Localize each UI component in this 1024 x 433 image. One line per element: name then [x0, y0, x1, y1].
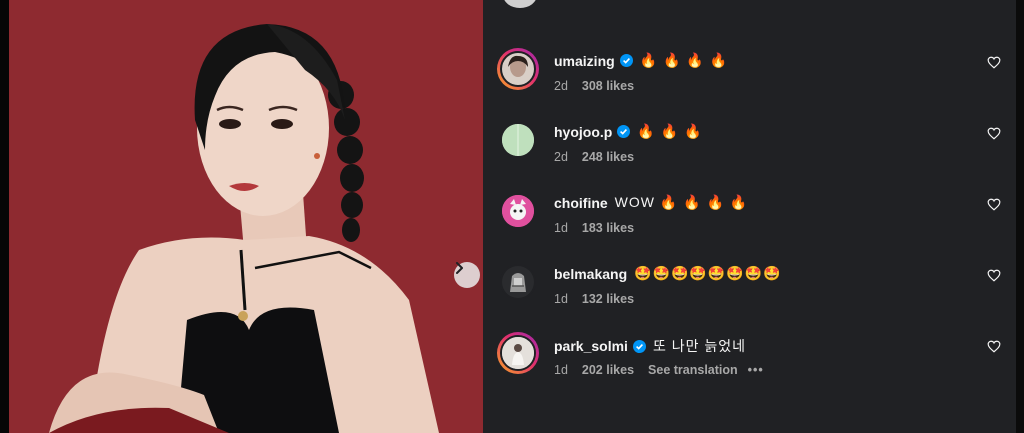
comment-text: 🔥 🔥 🔥 🔥 [639, 52, 729, 68]
chevron-right-icon [456, 262, 463, 274]
verified-badge-icon [632, 339, 646, 353]
comment-item: choifine WOW 🔥 🔥 🔥 🔥 1d 183 likes [483, 190, 1016, 250]
comment-likes[interactable]: 202 likes [582, 363, 634, 377]
comment-likes[interactable]: 248 likes [582, 150, 634, 164]
like-heart-icon[interactable] [987, 269, 1001, 287]
comment-likes[interactable]: 183 likes [582, 221, 634, 235]
comment-username[interactable]: choifine [554, 195, 608, 211]
portrait-avatar [500, 51, 536, 87]
comment-text: 또 나만 늙었네 [652, 338, 746, 354]
comment-item: umaizing 🔥 🔥 🔥 🔥 2d 308 likes [483, 48, 1016, 108]
comment-time: 1d [554, 221, 568, 235]
photo-avatar [500, 335, 536, 371]
avatar[interactable] [497, 261, 539, 303]
comment-likes[interactable]: 308 likes [582, 79, 634, 93]
comment-time: 1d [554, 363, 568, 377]
next-image-button[interactable] [454, 262, 480, 288]
see-translation-button[interactable]: See translation [648, 363, 738, 377]
comment-time: 2d [554, 79, 568, 93]
verified-badge-icon [617, 125, 631, 138]
cartoon-avatar [500, 193, 536, 229]
like-heart-icon[interactable] [987, 340, 1001, 358]
comments-panel[interactable]: umaizing 🔥 🔥 🔥 🔥 2d 308 likes hyojoo.p � [483, 0, 1016, 433]
avatar[interactable] [497, 48, 539, 90]
avatar[interactable] [497, 119, 539, 161]
comment-username[interactable]: umaizing [554, 53, 615, 69]
comment-likes[interactable]: 132 likes [582, 292, 634, 306]
comment-username[interactable]: belmakang [554, 266, 627, 282]
post-image [9, 0, 483, 433]
comment-item: belmakang 🤩🤩🤩🤩🤩🤩🤩🤩 1d 132 likes [483, 261, 1016, 321]
like-heart-icon[interactable] [987, 198, 1001, 216]
comment-text: 🔥 🔥 🔥 [637, 123, 703, 139]
like-heart-icon[interactable] [987, 127, 1001, 145]
sculpture-avatar [500, 264, 536, 300]
comment-item: hyojoo.p 🔥 🔥 🔥 2d 248 likes [483, 119, 1016, 179]
left-backdrop [0, 0, 9, 433]
like-heart-icon[interactable] [987, 56, 1001, 74]
verified-badge-icon [619, 54, 633, 67]
comment-text: 🤩🤩🤩🤩🤩🤩🤩🤩 [634, 265, 782, 281]
comment-username[interactable]: hyojoo.p [554, 124, 612, 140]
avatar[interactable] [497, 332, 539, 374]
comment-text: WOW 🔥 🔥 🔥 🔥 [614, 194, 749, 210]
comment-time: 1d [554, 292, 568, 306]
comment-item: park_solmi 또 나만 늙었네 1d 202 likes See tra… [483, 332, 1016, 392]
right-backdrop [1016, 0, 1024, 433]
more-options-icon[interactable]: ••• [748, 363, 764, 377]
avatar[interactable] [503, 0, 537, 8]
comment-username[interactable]: park_solmi [554, 338, 628, 354]
portrait-illustration [49, 24, 439, 433]
mint-avatar [500, 122, 536, 158]
comment-time: 2d [554, 150, 568, 164]
avatar[interactable] [497, 190, 539, 232]
